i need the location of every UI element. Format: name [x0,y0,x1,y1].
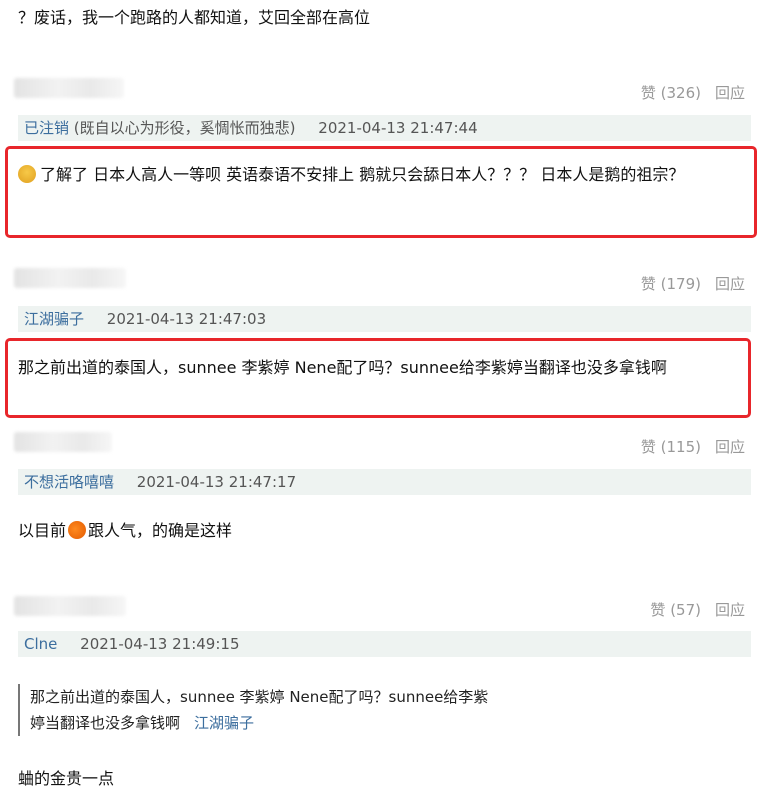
like-button[interactable]: 赞 (326) [641,84,701,102]
blurred-avatar [14,268,126,288]
comment-actions: 赞 (57) 回应 [636,599,745,620]
comment-actions: 赞 (115) 回应 [627,436,745,457]
reply-button[interactable]: 回应 [715,275,745,293]
timestamp: 2021-04-13 21:47:44 [318,119,478,137]
comment-actions: 赞 (179) 回应 [627,273,745,294]
like-button[interactable]: 赞 (179) [641,275,701,293]
comment-content: 了解了 日本人高人一等呗 英语泰语不安排上 鹅就只会舔日本人？？？ 日本人是鹅的… [18,162,740,188]
quoted-comment: 那之前出道的泰国人，sunnee 李紫婷 Nene配了吗？sunnee给李紫 婷… [18,684,558,736]
like-button[interactable]: 赞 (115) [641,438,701,456]
blurred-avatar [14,78,124,98]
reply-button[interactable]: 回应 [715,601,745,619]
comment-content: 以目前 跟人气，的确是这样 [18,521,233,540]
comment-content: 那之前出道的泰国人，sunnee 李紫婷 Nene配了吗？sunnee给李紫婷当… [18,358,667,377]
comment-meta: 已注销 (既自以心为形役，奚惆怅而独悲) 2021-04-13 21:47:44 [18,115,751,141]
username-link[interactable]: 江湖骗子 [24,310,84,328]
comment-meta: 江湖骗子 2021-04-13 21:47:03 [18,306,751,332]
highlight-box [5,146,757,238]
comment-actions: 赞 (326) 回应 [627,82,745,103]
reply-button[interactable]: 回应 [715,84,745,102]
comment-meta: Clne 2021-04-13 21:49:15 [18,631,751,657]
quote-text-line-1: 那之前出道的泰国人，sunnee 李紫婷 Nene配了吗？sunnee给李紫 [30,688,489,706]
username-link[interactable]: 不想活咯嘻嘻 [24,473,114,491]
timestamp: 2021-04-13 21:49:15 [80,635,240,653]
quoted-username-link[interactable]: 江湖骗子 [194,714,254,732]
user-signature: (既自以心为形役，奚惆怅而独悲) [73,119,296,137]
previous-comment-text: ？废话，我一个跑路的人都知道，艾回全部在高位 [18,8,371,27]
quote-text-line-2: 婷当翻译也没多拿钱啊 江湖骗子 [30,714,255,732]
reply-button[interactable]: 回应 [715,438,745,456]
orange-icon [68,521,87,539]
timestamp: 2021-04-13 21:47:03 [106,310,267,328]
username-link[interactable]: Clne [24,635,57,653]
comment-meta: 不想活咯嘻嘻 2021-04-13 21:47:17 [18,469,751,495]
blurred-avatar [14,596,126,616]
comment-content: 蛐的金贵一点 [18,769,115,788]
username-link[interactable]: 已注销 [24,119,69,137]
like-button[interactable]: 赞 (57) [650,601,701,619]
blurred-avatar [14,432,112,452]
dizzy-face-icon [18,165,36,183]
timestamp: 2021-04-13 21:47:17 [136,473,297,491]
